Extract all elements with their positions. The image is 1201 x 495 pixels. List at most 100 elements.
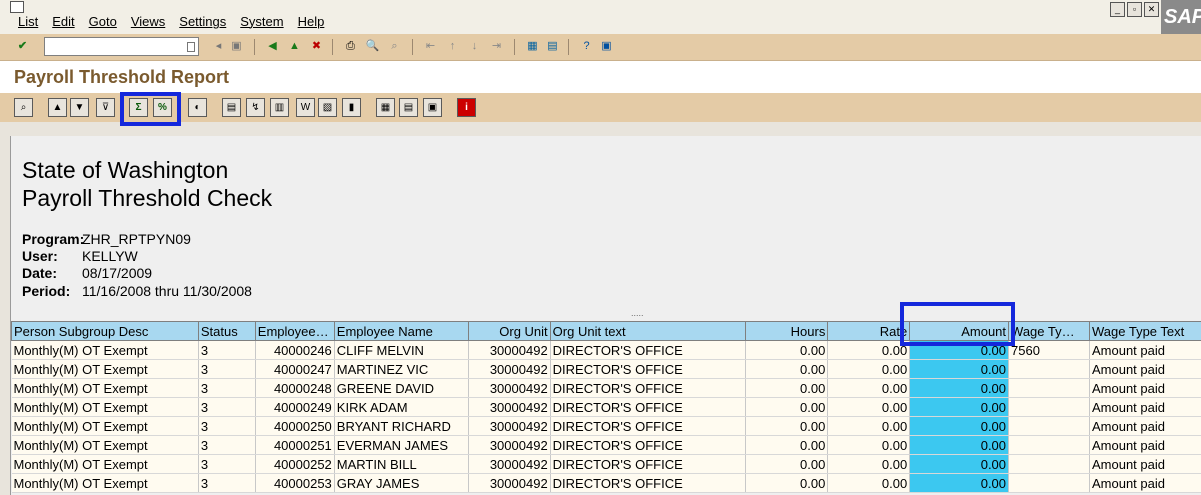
table-cell[interactable]: 0.00 [909,397,1010,417]
find-next-icon[interactable]: ⌕ [386,38,403,55]
table-cell[interactable]: 0.00 [909,473,1010,493]
table-cell[interactable]: Monthly(M) OT Exempt [11,378,199,398]
local-file-icon[interactable]: ▧ [318,98,337,117]
print-icon[interactable]: ⎙ [342,38,359,55]
menu-system-icon[interactable] [10,1,24,13]
table-cell[interactable]: 0.00 [909,359,1010,379]
table-cell[interactable]: 30000492 [468,454,551,474]
table-cell[interactable]: Amount paid [1089,416,1201,436]
table-cell[interactable] [1008,359,1090,379]
table-cell[interactable]: Amount paid [1089,397,1201,417]
table-cell[interactable]: 40000250 [255,416,335,436]
table-cell[interactable]: 0.00 [827,359,911,379]
export-icon[interactable]: ▤ [222,98,241,117]
table-cell[interactable]: 30000492 [468,359,551,379]
table-cell[interactable]: GRAY JAMES [334,473,469,493]
table-cell[interactable]: 0.00 [827,454,911,474]
table-cell[interactable]: EVERMAN JAMES [334,435,469,455]
column-header[interactable]: Wage Ty… [1008,321,1090,341]
table-cell[interactable]: 0.00 [827,435,911,455]
table-cell[interactable]: Monthly(M) OT Exempt [11,454,199,474]
table-cell[interactable]: 3 [198,340,256,360]
previous-page-icon[interactable]: ↑ [444,38,461,55]
sort-ascending-icon[interactable]: ▲ [48,98,67,117]
table-cell[interactable]: DIRECTOR'S OFFICE [550,378,747,398]
last-page-icon[interactable]: ⇥ [488,38,505,55]
find-icon[interactable]: 🔍 [364,38,381,55]
change-layout-icon[interactable]: ▦ [376,98,395,117]
column-header[interactable]: Org Unit [467,321,551,341]
table-cell[interactable]: DIRECTOR'S OFFICE [550,359,747,379]
restore-icon[interactable]: ▫ [1127,2,1142,17]
table-cell[interactable]: 40000252 [255,454,335,474]
table-cell[interactable]: Monthly(M) OT Exempt [11,473,199,493]
table-cell[interactable]: GREENE DAVID [334,378,469,398]
table-row[interactable]: Monthly(M) OT Exempt 3 40000253 GRAY JAMES 3… [11,473,1201,493]
table-cell[interactable]: 40000248 [255,378,335,398]
column-header[interactable]: Hours [745,321,829,341]
table-cell[interactable]: 0.00 [745,454,829,474]
menu-views[interactable]: Views [131,14,165,29]
table-cell[interactable]: CLIFF MELVIN [334,340,469,360]
table-cell[interactable]: MARTINEZ VIC [334,359,469,379]
table-cell[interactable]: 0.00 [827,397,911,417]
table-cell[interactable]: Amount paid [1089,359,1201,379]
table-cell[interactable]: 0.00 [827,378,911,398]
table-cell[interactable]: 40000249 [255,397,335,417]
table-row[interactable]: Monthly(M) OT Exempt 3 40000247 MARTINEZ VI… [11,359,1201,379]
table-cell[interactable]: 0.00 [745,359,829,379]
table-cell[interactable]: 30000492 [468,378,551,398]
table-cell[interactable]: 40000247 [255,359,335,379]
table-cell[interactable]: Monthly(M) OT Exempt [11,435,199,455]
table-cell[interactable]: 0.00 [745,435,829,455]
table-cell[interactable]: DIRECTOR'S OFFICE [550,435,747,455]
column-header[interactable]: Org Unit text [549,321,747,341]
table-cell[interactable]: 0.00 [745,397,829,417]
menu-edit[interactable]: Edit [52,14,74,29]
table-cell[interactable]: 3 [198,378,256,398]
column-header[interactable]: Employee… [254,321,335,341]
table-cell[interactable]: 0.00 [745,416,829,436]
table-cell[interactable]: 0.00 [745,340,829,360]
table-cell[interactable]: 3 [198,435,256,455]
column-header[interactable]: Wage Type Text [1088,321,1201,341]
table-row[interactable]: Monthly(M) OT Exempt 3 40000250 BRYANT RICH… [11,416,1201,436]
table-cell[interactable]: DIRECTOR'S OFFICE [550,473,747,493]
table-cell[interactable]: Amount paid [1089,378,1201,398]
filter-icon[interactable]: ⊽ [96,98,115,117]
cancel-icon[interactable]: ✖ [308,38,325,55]
table-cell[interactable]: 40000246 [255,340,335,360]
create-session-icon[interactable]: ▦ [524,38,541,55]
column-header[interactable]: Employee Name [333,321,469,341]
table-cell[interactable]: 30000492 [468,416,551,436]
table-cell[interactable]: BRYANT RICHARD [334,416,469,436]
abc-analysis-icon[interactable]: ▮ [342,98,361,117]
command-field[interactable] [44,37,199,56]
table-cell[interactable]: 3 [198,359,256,379]
exit-icon[interactable]: ▲ [286,38,303,55]
table-cell[interactable]: 30000492 [468,473,551,493]
column-header[interactable]: Rate [827,321,911,341]
save-layout-icon[interactable]: ▣ [423,98,442,117]
table-cell[interactable]: Monthly(M) OT Exempt [11,340,199,360]
table-cell[interactable]: KIRK ADAM [334,397,469,417]
table-cell[interactable]: DIRECTOR'S OFFICE [550,416,747,436]
table-row[interactable]: Monthly(M) OT Exempt 3 40000252 MARTIN BILL… [11,454,1201,474]
table-cell[interactable]: Amount paid [1089,340,1201,360]
table-cell[interactable] [1008,378,1090,398]
back-icon[interactable]: ◀ [264,38,281,55]
menu-system[interactable]: System [240,14,283,29]
word-processing-icon[interactable]: W [296,98,315,117]
table-row[interactable]: Monthly(M) OT Exempt 3 40000249 KIRK ADAM 30… [11,397,1201,417]
table-cell[interactable]: 3 [198,397,256,417]
table-cell[interactable]: 30000492 [468,435,551,455]
print-preview-icon[interactable]: ◐ [188,98,207,117]
table-cell[interactable]: DIRECTOR'S OFFICE [550,454,747,474]
table-cell[interactable]: 0.00 [827,340,911,360]
menu-settings[interactable]: Settings [179,14,226,29]
table-cell[interactable]: Monthly(M) OT Exempt [11,359,199,379]
table-cell[interactable]: 30000492 [468,397,551,417]
table-cell[interactable]: MARTIN BILL [334,454,469,474]
table-cell[interactable] [1008,435,1090,455]
table-cell[interactable]: 0.00 [909,416,1010,436]
